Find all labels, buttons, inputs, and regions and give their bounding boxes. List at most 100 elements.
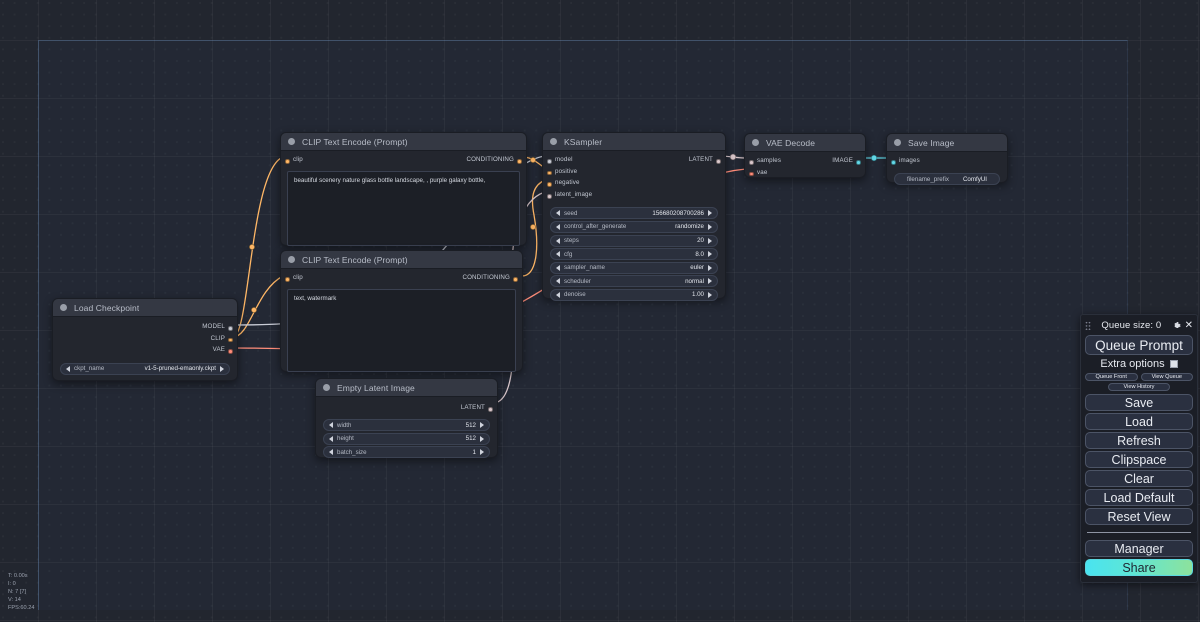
arrow-right-icon[interactable] <box>708 264 712 271</box>
arrow-right-icon[interactable] <box>220 365 224 372</box>
node-clip-text-encode-negative[interactable]: CLIP Text Encode (Prompt) clip CONDITION… <box>280 250 523 372</box>
output-slot-vae[interactable]: VAE <box>53 346 237 358</box>
output-slot-clip[interactable]: CLIP <box>53 335 237 347</box>
arrow-left-icon[interactable] <box>329 449 333 456</box>
input-slot-positive[interactable]: positive <box>543 168 725 180</box>
arrow-right-icon[interactable] <box>708 278 712 285</box>
slot-dot-icon[interactable] <box>547 194 552 199</box>
widget-filename-prefix[interactable]: filename_prefix ComfyUI <box>894 173 1000 186</box>
node-save-image[interactable]: Save Image images filename_prefix ComfyU… <box>886 133 1008 186</box>
load-button[interactable]: Load <box>1085 413 1193 430</box>
save-button[interactable]: Save <box>1085 394 1193 411</box>
collapse-dot-icon[interactable] <box>60 304 67 311</box>
slot-dot-icon[interactable] <box>891 160 896 165</box>
arrow-right-icon[interactable] <box>708 210 712 217</box>
widget-cfg[interactable]: cfg 8.0 <box>550 248 718 261</box>
widget-steps[interactable]: steps 20 <box>550 234 718 247</box>
slot-dot-icon[interactable] <box>517 159 522 164</box>
node-clip-text-encode-positive[interactable]: CLIP Text Encode (Prompt) clip CONDITION… <box>280 132 527 246</box>
close-icon[interactable]: ✕ <box>1185 320 1193 331</box>
arrow-right-icon[interactable] <box>480 422 484 429</box>
collapse-dot-icon[interactable] <box>752 139 759 146</box>
collapse-dot-icon[interactable] <box>894 139 901 146</box>
widget-width[interactable]: width 512 <box>323 419 490 432</box>
output-slot-latent[interactable]: LATENT <box>316 404 497 416</box>
widget-height[interactable]: height 512 <box>323 432 490 445</box>
widget-scheduler[interactable]: scheduler normal <box>550 275 718 288</box>
input-slot-vae[interactable]: vae <box>745 169 865 181</box>
output-slot-model[interactable]: MODEL <box>53 323 237 335</box>
slot-dot-icon[interactable] <box>228 337 233 343</box>
slot-dot-icon[interactable] <box>285 159 290 164</box>
slot-dot-icon[interactable] <box>856 160 861 165</box>
slot-dot-icon[interactable] <box>716 159 721 164</box>
extra-options-row[interactable]: Extra options <box>1085 357 1193 371</box>
slot-dot-icon[interactable] <box>513 277 518 282</box>
arrow-left-icon[interactable] <box>556 264 560 271</box>
share-button[interactable]: Share <box>1085 559 1193 576</box>
comfy-menu-panel[interactable]: Queue size: 0 ✕ Queue Prompt Extra optio… <box>1080 314 1198 583</box>
drag-handle-icon[interactable] <box>1085 320 1091 331</box>
prompt-textarea[interactable]: text, watermark <box>287 288 516 372</box>
arrow-right-icon[interactable] <box>480 435 484 442</box>
node-empty-latent-image[interactable]: Empty Latent Image LATENT width 512 heig… <box>315 378 498 459</box>
arrow-left-icon[interactable] <box>556 278 560 285</box>
widget-ckpt-name[interactable]: ckpt_name v1-5-pruned-emaonly.ckpt <box>60 362 230 375</box>
collapse-dot-icon[interactable] <box>550 138 557 145</box>
node-title-bar[interactable]: KSampler <box>543 133 725 151</box>
input-slot-images[interactable]: images <box>887 157 1007 169</box>
arrow-right-icon[interactable] <box>708 223 712 230</box>
node-title-bar[interactable]: CLIP Text Encode (Prompt) <box>281 133 526 151</box>
arrow-left-icon[interactable] <box>329 422 333 429</box>
arrow-left-icon[interactable] <box>556 237 560 244</box>
arrow-left-icon[interactable] <box>556 210 560 217</box>
view-queue-button[interactable]: View Queue <box>1140 373 1193 381</box>
arrow-right-icon[interactable] <box>480 449 484 456</box>
arrow-left-icon[interactable] <box>556 291 560 298</box>
node-title-bar[interactable]: VAE Decode <box>745 134 865 152</box>
widget-control-after-generate[interactable]: control_after_generate randomize <box>550 220 718 233</box>
manager-button[interactable]: Manager <box>1085 540 1193 557</box>
arrow-left-icon[interactable] <box>329 435 333 442</box>
arrow-right-icon[interactable] <box>708 251 712 258</box>
node-title-bar[interactable]: Save Image <box>887 134 1007 152</box>
view-history-button[interactable]: View History <box>1108 383 1170 391</box>
clipspace-button[interactable]: Clipspace <box>1085 451 1193 468</box>
node-vae-decode[interactable]: VAE Decode samples IMAGE vae <box>744 133 866 178</box>
clear-button[interactable]: Clear <box>1085 470 1193 487</box>
refresh-button[interactable]: Refresh <box>1085 432 1193 449</box>
arrow-right-icon[interactable] <box>708 237 712 244</box>
input-slot-negative[interactable]: negative <box>543 179 725 191</box>
slot-dot-icon[interactable] <box>228 326 233 331</box>
gear-icon[interactable] <box>1172 321 1182 331</box>
widget-denoise[interactable]: denoise 1.00 <box>550 288 718 301</box>
node-title-bar[interactable]: Load Checkpoint <box>53 299 237 317</box>
queue-prompt-button[interactable]: Queue Prompt <box>1085 335 1193 355</box>
node-ksampler[interactable]: KSampler model LATENT positive negative … <box>542 132 726 301</box>
arrow-left-icon[interactable] <box>556 223 560 230</box>
reset-view-button[interactable]: Reset View <box>1085 508 1193 525</box>
slot-dot-icon[interactable] <box>749 160 754 165</box>
prompt-textarea[interactable]: beautiful scenery nature glass bottle la… <box>287 170 520 246</box>
slot-dot-icon[interactable] <box>488 407 493 412</box>
queue-front-button[interactable]: Queue Front <box>1085 373 1138 381</box>
input-slot-latent-image[interactable]: latent_image <box>543 191 725 203</box>
arrow-right-icon[interactable] <box>708 291 712 298</box>
node-title-bar[interactable]: CLIP Text Encode (Prompt) <box>281 251 522 269</box>
slot-dot-icon[interactable] <box>749 171 754 177</box>
collapse-dot-icon[interactable] <box>288 256 295 263</box>
slot-dot-icon[interactable] <box>547 159 552 164</box>
widget-seed[interactable]: seed 156680208700286 <box>550 207 718 220</box>
collapse-dot-icon[interactable] <box>288 138 295 145</box>
load-default-button[interactable]: Load Default <box>1085 489 1193 506</box>
menu-header[interactable]: Queue size: 0 ✕ <box>1085 318 1193 333</box>
extra-options-checkbox[interactable] <box>1169 360 1178 368</box>
slot-dot-icon[interactable] <box>547 170 552 176</box>
arrow-left-icon[interactable] <box>66 365 70 372</box>
widget-batch-size[interactable]: batch_size 1 <box>323 446 490 459</box>
arrow-left-icon[interactable] <box>556 251 560 258</box>
slot-dot-icon[interactable] <box>285 277 290 282</box>
slot-dot-icon[interactable] <box>228 349 233 354</box>
node-load-checkpoint[interactable]: Load Checkpoint MODEL CLIP VAE ckpt_name… <box>52 298 238 382</box>
widget-sampler-name[interactable]: sampler_name euler <box>550 261 718 274</box>
